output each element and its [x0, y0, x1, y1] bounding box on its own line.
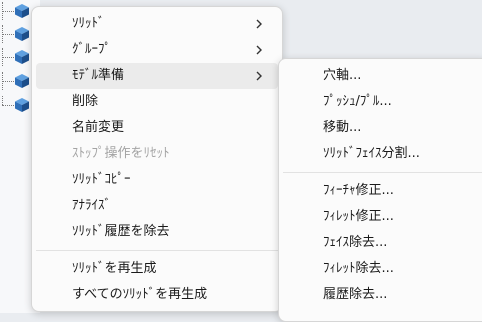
solid-body-cube-icon — [15, 98, 29, 112]
menu-item-remove-solid-history[interactable]: ｿﾘｯﾄﾞ履歴を除去 — [36, 219, 278, 245]
menu-item-solid-copy[interactable]: ｿﾘｯﾄﾞｺﾋﾟｰ — [36, 167, 278, 193]
menu-item-label: すべてのｿﾘｯﾄﾞを再生成 — [72, 287, 208, 302]
menu-item-label: ｿﾘｯﾄﾞ — [72, 16, 105, 31]
chevron-right-icon — [256, 71, 262, 81]
menu-item-label: 名前変更 — [72, 120, 125, 135]
solid-body-cube-icon — [15, 4, 29, 18]
submenu-item-modify-feature[interactable]: ﾌｨｰﾁｬ修正... — [283, 178, 482, 204]
tree-connector — [2, 34, 14, 35]
menu-item-regenerate-solid[interactable]: ｿﾘｯﾄﾞを再生成 — [36, 256, 278, 282]
context-menu: ｿﾘｯﾄﾞ ｸﾞﾙｰﾌﾟ ﾓﾃﾞﾙ準備 削除 名前変更 ｽﾄｯﾌﾟ操作をﾘｾｯﾄ… — [31, 6, 283, 312]
menu-item-reset-stop-operation: ｽﾄｯﾌﾟ操作をﾘｾｯﾄ — [36, 141, 278, 167]
solid-body-cube-icon — [15, 50, 29, 64]
submenu-item-remove-fillet[interactable]: ﾌｨﾚｯﾄ除去... — [283, 256, 482, 282]
menu-item-label: ｿﾘｯﾄﾞを再生成 — [72, 261, 157, 276]
solid-body-cube-icon — [15, 27, 29, 41]
submenu-item-label: 穴軸... — [323, 68, 362, 83]
submenu-item-label: ﾌｪｲｽ除去... — [323, 235, 388, 250]
submenu-item-label: ﾌｨﾚｯﾄ修正... — [323, 209, 394, 224]
menu-item-label: ｿﾘｯﾄﾞ履歴を除去 — [72, 224, 170, 239]
model-prep-submenu: 穴軸... ﾌﾟｯｼｭ/ﾌﾟﾙ... 移動... ｿﾘｯﾄﾞﾌｪｲｽ分割... … — [278, 58, 482, 322]
submenu-item-push-pull[interactable]: ﾌﾟｯｼｭ/ﾌﾟﾙ... — [283, 89, 482, 115]
menu-item-delete[interactable]: 削除 — [36, 89, 278, 115]
tree-node[interactable] — [0, 96, 34, 114]
submenu-item-label: 履歴除去... — [323, 287, 388, 302]
tree-connector — [2, 105, 14, 106]
menu-item-label: ｸﾞﾙｰﾌﾟ — [72, 42, 111, 57]
tree-node[interactable] — [0, 48, 34, 66]
tree-node[interactable] — [0, 2, 34, 20]
tree-connector — [2, 81, 14, 82]
menu-item-rename[interactable]: 名前変更 — [36, 115, 278, 141]
menu-item-regenerate-all-solids[interactable]: すべてのｿﾘｯﾄﾞを再生成 — [36, 282, 278, 308]
chevron-right-icon — [256, 19, 262, 29]
submenu-item-move[interactable]: 移動... — [283, 115, 482, 141]
tree-node[interactable] — [0, 25, 34, 43]
submenu-item-remove-face[interactable]: ﾌｪｲｽ除去... — [283, 230, 482, 256]
tree-connector — [2, 96, 3, 105]
tree-node[interactable] — [0, 72, 34, 90]
submenu-item-modify-fillet[interactable]: ﾌｨﾚｯﾄ修正... — [283, 204, 482, 230]
menu-item-group[interactable]: ｸﾞﾙｰﾌﾟ — [36, 37, 278, 63]
menu-item-label: ｿﾘｯﾄﾞｺﾋﾟｰ — [72, 172, 131, 187]
submenu-separator — [283, 172, 482, 173]
menu-item-analyze[interactable]: ｱﾅﾗｲｽﾞ — [36, 193, 278, 219]
menu-item-label: ﾓﾃﾞﾙ準備 — [72, 68, 125, 83]
menu-item-label: ｱﾅﾗｲｽﾞ — [72, 198, 111, 213]
submenu-item-label: ﾌﾟｯｼｭ/ﾌﾟﾙ... — [323, 94, 392, 109]
menu-item-model-prep[interactable]: ﾓﾃﾞﾙ準備 — [36, 63, 278, 89]
submenu-item-remove-history[interactable]: 履歴除去... — [283, 282, 482, 308]
submenu-item-hole-axis[interactable]: 穴軸... — [283, 63, 482, 89]
submenu-item-label: ﾌｨｰﾁｬ修正... — [323, 183, 394, 198]
menu-item-label: 削除 — [72, 94, 99, 109]
submenu-item-label: ﾌｨﾚｯﾄ除去... — [323, 261, 394, 276]
chevron-right-icon — [256, 45, 262, 55]
menu-item-label: ｽﾄｯﾌﾟ操作をﾘｾｯﾄ — [72, 146, 170, 161]
tree-connector — [2, 57, 14, 58]
submenu-item-split-solid-face[interactable]: ｿﾘｯﾄﾞﾌｪｲｽ分割... — [283, 141, 482, 167]
menu-item-solid[interactable]: ｿﾘｯﾄﾞ — [36, 11, 278, 37]
submenu-item-label: ｿﾘｯﾄﾞﾌｪｲｽ分割... — [323, 146, 420, 161]
solid-body-cube-icon — [15, 74, 29, 88]
menu-separator — [36, 250, 278, 251]
submenu-item-label: 移動... — [323, 120, 362, 135]
tree-connector — [2, 11, 14, 12]
